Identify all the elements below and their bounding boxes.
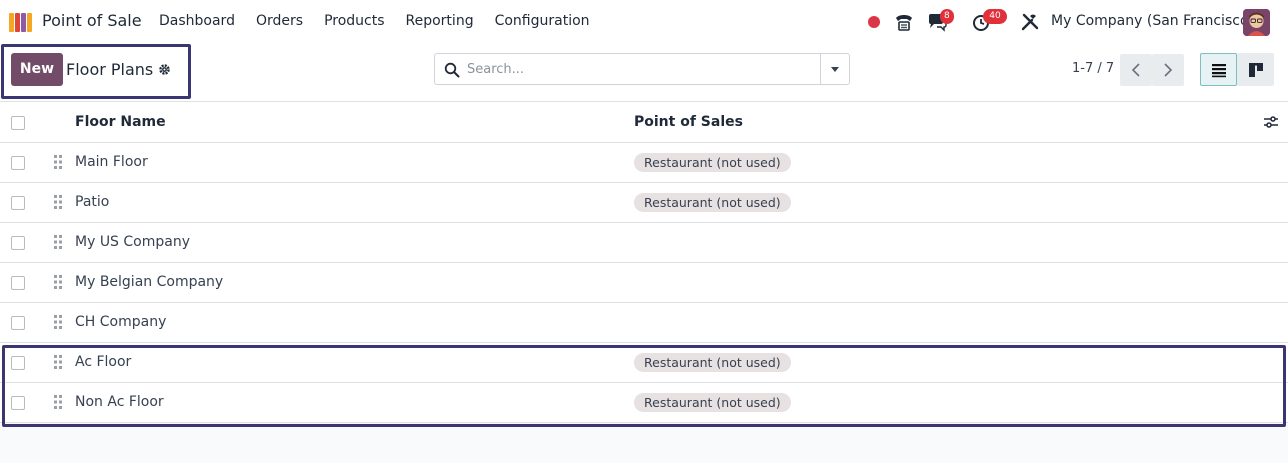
recording-dot-icon[interactable] [868, 16, 880, 28]
column-header-floor-name[interactable]: Floor Name [75, 114, 166, 130]
user-avatar[interactable] [1243, 9, 1270, 36]
drag-handle-icon[interactable] [53, 355, 63, 369]
floor-name-cell: Non Ac Floor [75, 394, 164, 410]
menu-configuration[interactable]: Configuration [495, 13, 590, 29]
pager-value[interactable]: 1-7 / 7 [1072, 61, 1114, 76]
row-checkbox[interactable] [11, 276, 25, 290]
floor-name-cell: CH Company [75, 314, 167, 330]
kanban-view-button[interactable] [1237, 53, 1274, 86]
chevron-left-icon [1131, 63, 1140, 77]
title-highlight-frame [1, 44, 191, 99]
top-navbar: Point of Sale Dashboard Orders Products … [0, 0, 1288, 44]
drag-handle-icon[interactable] [53, 235, 63, 249]
table-row[interactable]: My Belgian Company [0, 263, 1288, 303]
point-of-sale-tag: Restaurant (not used) [634, 193, 791, 212]
menu-reporting[interactable]: Reporting [406, 13, 474, 29]
optional-columns-icon[interactable] [1263, 114, 1279, 130]
kanban-view-icon [1249, 63, 1263, 77]
table-row[interactable]: Patio Restaurant (not used) [0, 183, 1288, 223]
search-input[interactable] [467, 59, 817, 79]
chat-badge: 8 [940, 9, 954, 24]
point-of-sale-tag: Restaurant (not used) [634, 353, 791, 372]
search-icon [444, 62, 460, 78]
floor-list-table: Floor Name Point of Sales Main Floor Res… [0, 102, 1288, 423]
point-of-sale-logo-icon[interactable] [8, 11, 34, 33]
drag-handle-icon[interactable] [53, 315, 63, 329]
table-header-row: Floor Name Point of Sales [0, 102, 1288, 143]
search-options-toggle[interactable] [820, 54, 849, 84]
table-row[interactable]: Ac Floor Restaurant (not used) [0, 343, 1288, 383]
app-name[interactable]: Point of Sale [42, 11, 142, 30]
point-of-sale-tag: Restaurant (not used) [634, 153, 791, 172]
drag-handle-icon[interactable] [53, 155, 63, 169]
row-checkbox[interactable] [11, 316, 25, 330]
table-row[interactable]: My US Company [0, 223, 1288, 263]
menu-products[interactable]: Products [324, 13, 384, 29]
drag-handle-icon[interactable] [53, 395, 63, 409]
drag-handle-icon[interactable] [53, 275, 63, 289]
search-bar[interactable] [434, 53, 850, 85]
floor-name-cell: Main Floor [75, 154, 148, 170]
activity-badge: 40 [983, 9, 1007, 24]
floor-name-cell: My Belgian Company [75, 274, 224, 290]
select-all-checkbox[interactable] [11, 116, 25, 130]
point-of-sale-tag: Restaurant (not used) [634, 393, 791, 412]
table-row[interactable]: Non Ac Floor Restaurant (not used) [0, 383, 1288, 423]
list-view-button[interactable] [1200, 53, 1237, 86]
company-switcher[interactable]: My Company (San Francisco) [1051, 13, 1254, 29]
phone-icon[interactable] [893, 11, 915, 33]
floor-name-cell: My US Company [75, 234, 191, 250]
row-checkbox[interactable] [11, 156, 25, 170]
pager-previous-button[interactable] [1120, 54, 1152, 86]
row-checkbox[interactable] [11, 236, 25, 250]
floor-name-cell: Patio [75, 194, 110, 210]
main-menu: Dashboard Orders Products Reporting Conf… [159, 13, 611, 29]
pager-next-button[interactable] [1152, 54, 1184, 86]
row-checkbox[interactable] [11, 356, 25, 370]
chevron-right-icon [1164, 63, 1173, 77]
table-row[interactable]: CH Company [0, 303, 1288, 343]
menu-orders[interactable]: Orders [256, 13, 303, 29]
column-header-point-of-sales[interactable]: Point of Sales [634, 114, 743, 130]
list-view-icon [1212, 64, 1226, 78]
floor-name-cell: Ac Floor [75, 354, 132, 370]
row-checkbox[interactable] [11, 396, 25, 410]
drag-handle-icon[interactable] [53, 195, 63, 209]
row-checkbox[interactable] [11, 196, 25, 210]
menu-dashboard[interactable]: Dashboard [159, 13, 235, 29]
table-row[interactable]: Main Floor Restaurant (not used) [0, 143, 1288, 183]
tools-icon[interactable] [1020, 12, 1040, 32]
